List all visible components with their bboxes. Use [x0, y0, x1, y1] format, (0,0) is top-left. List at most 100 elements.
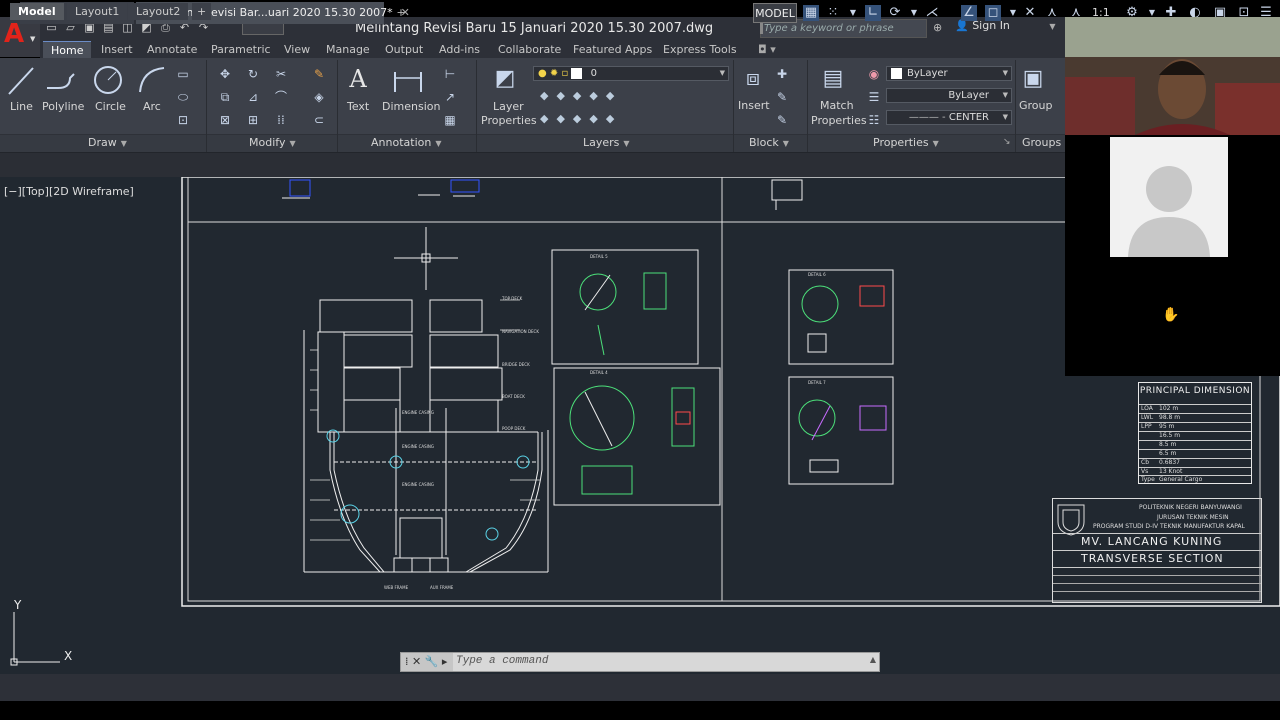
chevron-up-icon[interactable]: ▲ [870, 655, 876, 664]
chevron-down-icon[interactable]: ▼ [1005, 5, 1021, 21]
tab-express-tools[interactable]: Express Tools [663, 41, 737, 58]
annotation-visibility-icon[interactable]: ✕ [1022, 5, 1038, 21]
grid-icon[interactable]: ▦ [803, 5, 819, 21]
layer-properties-button[interactable]: Properties [481, 114, 537, 127]
edit-block-icon[interactable]: ✎ [775, 91, 789, 103]
arc-button[interactable]: Arc [143, 100, 161, 113]
participant-tile: ✋ [1110, 259, 1228, 376]
properties-launcher-icon[interactable]: ↘ [1003, 137, 1011, 147]
new-tab-button[interactable]: + [391, 2, 411, 24]
tab-layout1[interactable]: Layout1 [67, 3, 128, 20]
ribbon-toggle-icon[interactable]: ◘ ▾ [758, 41, 776, 58]
command-input[interactable]: Type a command [456, 655, 548, 667]
color-dropdown[interactable]: ByLayer ▼ [886, 66, 1012, 81]
participant-avatar [1110, 137, 1228, 257]
fillet-icon[interactable]: ⌒ [274, 91, 288, 103]
copy-icon[interactable]: ⧉ [218, 91, 232, 103]
tab-collaborate[interactable]: Collaborate [498, 41, 561, 58]
tab-insert[interactable]: Insert [101, 41, 133, 58]
tab-add-ins[interactable]: Add-ins [439, 41, 480, 58]
color-wheel-icon[interactable]: ◉ [867, 68, 881, 80]
layer-tools-row-1[interactable]: ◆◆◆◆◆ [540, 89, 622, 102]
dimension-icon [394, 72, 422, 92]
stretch-icon[interactable]: ⊠ [218, 114, 232, 126]
modify-panel-title[interactable]: Modify ▼ [249, 135, 296, 151]
move-icon[interactable]: ✥ [218, 68, 232, 80]
mirror-icon[interactable]: ⊿ [246, 91, 260, 103]
group-button[interactable]: Group [1019, 99, 1053, 112]
tab-parametric[interactable]: Parametric [211, 41, 271, 58]
tab-annotate[interactable]: Annotate [147, 41, 197, 58]
offset-icon[interactable]: ⊂ [312, 114, 326, 126]
dimension-button[interactable]: Dimension [382, 100, 440, 113]
chevron-down-icon[interactable]: ▼ [906, 5, 922, 21]
layer-tools-row-2[interactable]: ◆◆◆◆◆ [540, 112, 622, 125]
properties-panel-title[interactable]: Properties ▼ [873, 135, 939, 151]
annotation-panel-title[interactable]: Annotation ▼ [371, 135, 441, 151]
linetype-dropdown[interactable]: ——— - CENTER ▼ [886, 110, 1012, 125]
linetype-icon[interactable]: ☷ [867, 114, 881, 126]
tab-view[interactable]: View [284, 41, 310, 58]
isodraft-icon[interactable]: ⋌ [924, 5, 940, 21]
deck-label: NAVIGATION DECK [502, 329, 539, 334]
polar-icon[interactable]: ⟳ [887, 5, 903, 21]
polyline-button[interactable]: Polyline [42, 100, 84, 113]
department-name: JURUSAN TEKNIK MESIN [1157, 514, 1229, 521]
principal-dimension-table: PRINCIPAL DIMENSION LOA 102 m LWL 98.8 m L… [1138, 382, 1252, 484]
rectangle-icon[interactable]: ▭ [176, 68, 190, 80]
erase-icon[interactable]: ✎ [312, 68, 326, 80]
tab-manage[interactable]: Manage [326, 41, 370, 58]
auto-scale-icon[interactable]: ⋏ [1044, 5, 1060, 21]
layers-panel-title[interactable]: Layers ▼ [583, 135, 630, 151]
leader-icon[interactable]: ↗ [443, 91, 457, 103]
tab-output[interactable]: Output [385, 41, 423, 58]
hatch-icon[interactable]: ⬭ [176, 91, 190, 103]
model-space-button[interactable]: MODEL [753, 3, 797, 23]
chevron-down-icon[interactable]: ▼ [845, 5, 861, 21]
circle-icon [94, 66, 122, 94]
trim-icon[interactable]: ✂ [274, 68, 288, 80]
add-layout-button[interactable]: + [192, 3, 212, 20]
table-row: 16.5 m [1139, 431, 1251, 440]
match-properties-button[interactable]: Properties [811, 114, 867, 127]
layer-dropdown[interactable]: ● ✹ ▫ 0 ▼ [533, 66, 729, 81]
panel-divider [807, 60, 808, 152]
tab-featured-apps[interactable]: Featured Apps [573, 41, 652, 58]
insert-button[interactable]: Insert [738, 99, 770, 112]
groups-panel-title[interactable]: Groups [1022, 135, 1061, 151]
table-icon[interactable]: ▦ [443, 114, 457, 126]
rotate-icon[interactable]: ↻ [246, 68, 260, 80]
customize-icon[interactable]: 🔧 [425, 655, 439, 668]
draw-panel-title[interactable]: Draw ▼ [88, 135, 127, 151]
lineweight-icon[interactable]: ☰ [867, 91, 881, 103]
linetype-value: CENTER [948, 112, 989, 123]
text-button[interactable]: Text [347, 100, 369, 113]
close-icon[interactable]: ✕ [412, 655, 421, 668]
binoculars-icon[interactable]: ⊕ [933, 21, 942, 34]
line-button[interactable]: Line [10, 100, 33, 113]
color-swatch [891, 67, 902, 79]
command-line[interactable]: ⁞ ✕ 🔧 ▸ Type a command ▲ [400, 652, 880, 672]
detail-label: DETAIL 7 [808, 380, 826, 385]
grip-icon[interactable]: ⁞ [405, 655, 409, 668]
scale-icon[interactable]: ⊞ [246, 114, 260, 126]
tab-home[interactable]: Home [43, 41, 92, 58]
create-block-icon[interactable]: ✚ [775, 68, 789, 80]
ortho-icon[interactable]: ∟ [865, 5, 881, 21]
tab-layout2[interactable]: Layout2 [128, 3, 189, 20]
region-icon[interactable]: ⊡ [176, 114, 190, 126]
block-attribute-icon[interactable]: ✎ [775, 114, 789, 126]
linear-dim-icon[interactable]: ⊢ [443, 68, 457, 80]
snap-icon[interactable]: ⁙ [825, 5, 841, 21]
object-snap-icon[interactable]: ◻ [985, 5, 1001, 21]
modify-panel-label: Modify [249, 136, 286, 149]
array-icon[interactable]: ⁞⁞ [274, 114, 288, 126]
lineweight-dropdown[interactable]: ByLayer ▼ [886, 88, 1012, 103]
object-snap-tracking-icon[interactable]: ∠ [961, 5, 977, 21]
circle-button[interactable]: Circle [95, 100, 126, 113]
block-panel-title[interactable]: Block ▼ [749, 135, 789, 151]
prompt-icon[interactable]: ▸ [442, 655, 448, 668]
row-value: 8.5 m [1159, 441, 1177, 448]
explode-icon[interactable]: ◈ [312, 91, 326, 103]
tab-model[interactable]: Model [10, 3, 64, 20]
